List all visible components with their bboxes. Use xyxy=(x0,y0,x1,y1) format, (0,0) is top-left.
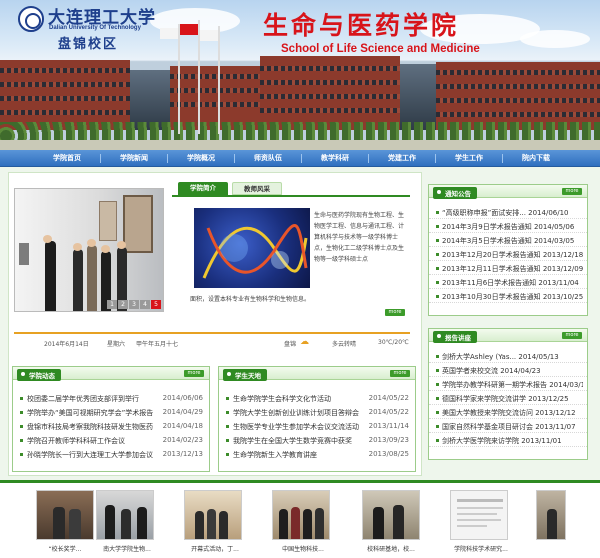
list-item[interactable]: 2014年3月9日学术报告通知 2014/05/06 xyxy=(429,221,587,233)
students-title: 学生天地 xyxy=(223,369,267,381)
cloud-shape xyxy=(520,30,590,48)
flag-icon xyxy=(200,30,218,41)
list-item[interactable]: 我院学生在全国大学生数学竞赛中获奖 2013/09/23 xyxy=(219,435,415,447)
list-item[interactable]: 2013年10月30日学术报告通知 2013/10/25 xyxy=(429,291,587,303)
notices-title: 通知公告 xyxy=(433,187,477,199)
building-image xyxy=(436,62,600,130)
building-image xyxy=(260,56,400,130)
photo-caption[interactable]: 校科研基地，校... xyxy=(356,544,426,553)
university-name-en: Dalian University Of Technology xyxy=(49,25,141,31)
list-item[interactable]: 学院举办“美国可视期研究学会”学术报告 2014/04/29 xyxy=(13,407,209,419)
building-image xyxy=(0,60,130,130)
photo-caption[interactable]: 开幕式活动，丁... xyxy=(180,544,250,553)
nav-item-research[interactable]: 教学科研 xyxy=(302,153,368,163)
school-name: 生命与医药学院 xyxy=(263,11,460,40)
students-panel: 学生天地 more 生命学院学生会科学文化节活动 2014/05/22 学院大学生… xyxy=(218,366,416,472)
flag-icon xyxy=(180,24,198,35)
university-emblem-icon xyxy=(18,6,44,32)
students-more-button[interactable]: more xyxy=(390,370,410,377)
list-item[interactable]: 国家自然科学基金项目研讨会 2013/11/07 xyxy=(429,421,587,433)
list-item[interactable]: 2013年12月20日学术报告通知 2013/12/18 xyxy=(429,249,587,261)
nav-item-downloads[interactable]: 院内下载 xyxy=(503,153,569,163)
news-more-button[interactable]: more xyxy=(184,370,204,377)
list-item[interactable]: “高级职称申报”面试安排... 2014/06/10 xyxy=(429,207,587,219)
photo-slideshow[interactable]: 1 2 3 4 5 xyxy=(14,188,164,312)
photo-thumbnail[interactable] xyxy=(36,490,94,540)
list-item[interactable]: 2013年12月11日学术报告通知 2013/12/09 xyxy=(429,263,587,275)
list-item[interactable]: 美国大学教授来学院交流访问 2013/12/12 xyxy=(429,407,587,419)
date-weather-bar: 2014年6月14日 星期六 甲午年五月十七 盘锦 ☁ 多云转晴 30℃/20℃ xyxy=(14,332,410,348)
slide-page-3[interactable]: 3 xyxy=(129,300,139,309)
list-item[interactable]: 英国学者来校交流 2014/04/23 xyxy=(429,365,587,377)
list-item[interactable]: 孙晓学院长一行到大连理工大学参加会议 2013/12/13 xyxy=(13,449,209,461)
notices-more-button[interactable]: more xyxy=(562,188,582,195)
photo-thumbnail[interactable] xyxy=(184,490,242,540)
current-date: 2014年6月14日 xyxy=(44,341,89,348)
list-item[interactable]: 学院召开教师学科科研工作会议 2014/02/23 xyxy=(13,435,209,447)
photo-thumbnail[interactable] xyxy=(362,490,420,540)
tab-teachers[interactable]: 教师风采 xyxy=(232,182,282,195)
list-item[interactable]: 生命学院学生会科学文化节活动 2014/05/22 xyxy=(219,393,415,405)
list-item[interactable]: 剑桥大学Ashley (Yas... 2014/05/13 xyxy=(429,351,587,363)
lunar-date: 甲午年五月十七 xyxy=(136,341,179,348)
list-item[interactable]: 剑桥大学医学院来访学院 2013/11/01 xyxy=(429,435,587,447)
news-title: 学院动态 xyxy=(17,369,61,381)
nav-item-students[interactable]: 学生工作 xyxy=(436,153,502,163)
list-item[interactable]: 盘锦市科技局考察我院科技研发生物医药 2014/04/18 xyxy=(13,421,209,433)
intro-text: 生命与医药学院现有生物工程、生物医学工程、信息与通讯工程、计算机科学与技术等一级… xyxy=(314,212,405,263)
building-image xyxy=(400,64,436,130)
flagpole xyxy=(218,26,220,134)
slide-page-2[interactable]: 2 xyxy=(118,300,128,309)
photo-caption[interactable]: 中国生物科技... xyxy=(268,544,338,553)
photo-thumbnail[interactable] xyxy=(536,490,566,540)
weather-city: 盘锦 xyxy=(284,341,297,348)
slide-pagination: 1 2 3 4 5 xyxy=(107,300,161,309)
nav-item-news[interactable]: 学院新闻 xyxy=(101,153,167,163)
nav-item-faculty[interactable]: 师资队伍 xyxy=(235,153,301,163)
flag-icon xyxy=(160,28,178,39)
header-banner: 大连理工大学 Dalian University Of Technology 盘… xyxy=(0,0,600,150)
lectures-panel: 报告讲座 more 剑桥大学Ashley (Yas... 2014/05/13 … xyxy=(428,328,588,460)
nav-item-home[interactable]: 学院首页 xyxy=(34,153,100,163)
photo-strip: “校长奖学... 南大学学院生物... 开幕式活动，丁... 中国生物科技...… xyxy=(0,480,600,558)
weather-temp: 30℃/20℃ xyxy=(378,339,409,346)
dna-image xyxy=(194,208,310,288)
list-item[interactable]: 2014年3月5日学术报告通知 2014/03/05 xyxy=(429,235,587,247)
photo-caption[interactable]: “校长奖学... xyxy=(30,544,100,553)
list-item[interactable]: 2013年11月6日学术报告通知 2013/11/04 xyxy=(429,277,587,289)
nav-item-overview[interactable]: 学院概况 xyxy=(168,153,234,163)
lectures-title: 报告讲座 xyxy=(433,331,477,343)
flagpole xyxy=(178,24,180,134)
list-item[interactable]: 学院举办教学科研第一期学术报告 2014/03/10 xyxy=(429,379,587,391)
main-nav: 学院首页 学院新闻 学院概况 师资队伍 教学科研 党建工作 学生工作 院内下载 xyxy=(0,150,600,167)
nav-item-party[interactable]: 党建工作 xyxy=(369,153,435,163)
photo-thumbnail[interactable] xyxy=(272,490,330,540)
tab-intro[interactable]: 学院简介 xyxy=(178,182,228,195)
list-item[interactable]: 生物医学专业学生参加学术会议交流活动 2013/11/14 xyxy=(219,421,415,433)
campus-name: 盘锦校区 xyxy=(58,37,119,52)
slide-page-5[interactable]: 5 xyxy=(151,300,161,309)
building-image xyxy=(130,70,170,130)
weather-icon: ☁ xyxy=(300,337,309,347)
school-name-en: School of Life Science and Medicine xyxy=(281,43,480,55)
list-item[interactable]: 德国科学家来学院交流讲学 2013/12/25 xyxy=(429,393,587,405)
intro-more-button[interactable]: more xyxy=(385,309,405,316)
photo-caption[interactable]: 学院科技学术研究... xyxy=(446,544,516,553)
list-item[interactable]: 校团委二届学年优秀团支部评到举行 2014/06/06 xyxy=(13,393,209,405)
ground-image xyxy=(0,140,600,150)
photo-thumbnail[interactable] xyxy=(96,490,154,540)
slide-page-4[interactable]: 4 xyxy=(140,300,150,309)
photo-caption[interactable]: 南大学学院生物... xyxy=(92,544,162,553)
notices-panel: 通知公告 more “高级职称申报”面试安排... 2014/06/10 201… xyxy=(428,184,588,316)
intro-text-continued: 面积，设置本科专业有生物科学和生物信息。 xyxy=(190,296,311,303)
lectures-more-button[interactable]: more xyxy=(562,332,582,339)
news-panel: 学院动态 more 校团委二届学年优秀团支部评到举行 2014/06/06 学院举… xyxy=(12,366,210,472)
slide-page-1[interactable]: 1 xyxy=(107,300,117,309)
list-item[interactable]: 生命学院新生入学教育讲座 2013/08/25 xyxy=(219,449,415,461)
document-thumbnail[interactable] xyxy=(450,490,508,540)
weather-status: 多云转晴 xyxy=(332,341,357,348)
list-item[interactable]: 学院大学生创新创业训练计划项目答辩会 2014/05/22 xyxy=(219,407,415,419)
current-weekday: 星期六 xyxy=(107,341,126,348)
